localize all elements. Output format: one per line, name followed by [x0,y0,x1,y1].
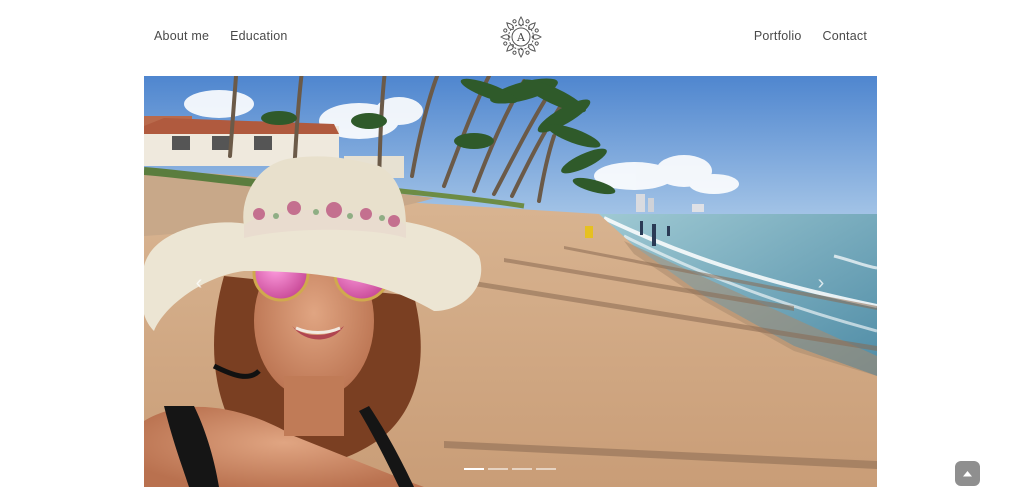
carousel-indicators [464,468,556,470]
carousel-indicator-4[interactable] [536,468,556,470]
chevron-up-icon [963,470,972,476]
carousel-indicator-2[interactable] [488,468,508,470]
nav-link-about-me[interactable]: About me [154,29,209,43]
nav-link-portfolio[interactable]: Portfolio [754,29,802,43]
nav-right: Portfolio Contact [754,29,867,43]
nav-link-contact[interactable]: Contact [823,29,867,43]
carousel-next-button[interactable]: › [810,272,832,294]
back-to-top-button[interactable] [955,461,980,486]
svg-text:A: A [516,31,526,44]
chevron-left-icon: ‹ [195,272,203,294]
ornamental-mandala-logo-icon: A [500,16,542,58]
carousel-indicator-3[interactable] [512,468,532,470]
navbar: About me Education A Portfolio Contact [0,0,1024,75]
beach-selfie-photo [144,76,877,487]
chevron-right-icon: › [817,272,825,294]
hero-carousel: ‹ › [144,76,877,487]
nav-left: About me Education [154,29,288,43]
nav-link-education[interactable]: Education [230,29,287,43]
carousel-indicator-1[interactable] [464,468,484,470]
carousel-prev-button[interactable]: ‹ [188,272,210,294]
site-logo[interactable]: A [498,14,544,60]
